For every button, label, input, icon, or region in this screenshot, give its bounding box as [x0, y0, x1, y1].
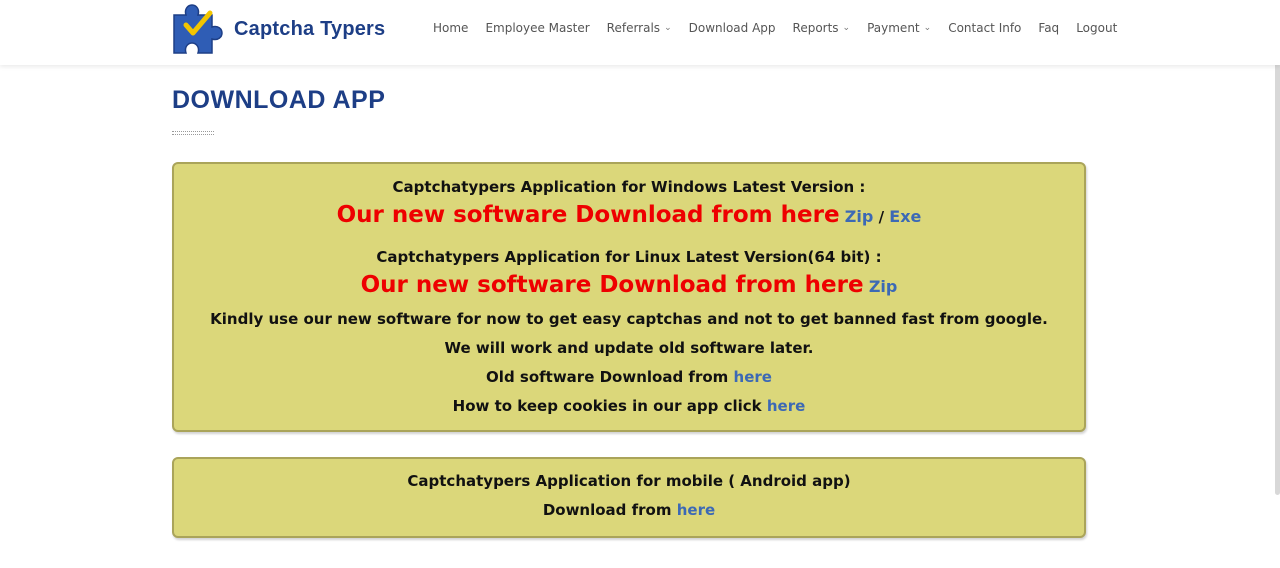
windows-heading: Captchatypers Application for Windows La…: [392, 178, 866, 196]
nav-label: Payment: [867, 21, 920, 35]
top-navbar: Captcha Typers Home Employee Master Refe…: [0, 0, 1280, 65]
nav-item-referrals[interactable]: Referrals ⌄: [607, 21, 672, 35]
nav-item-home[interactable]: Home: [433, 21, 468, 35]
chevron-down-icon: ⌄: [842, 23, 851, 33]
linux-heading: Captchatypers Application for Linux Late…: [376, 248, 882, 266]
linux-promo-text: Our new software Download from here: [360, 272, 864, 298]
nav-label: Reports: [792, 21, 839, 35]
brand-logo[interactable]: Captcha Typers: [172, 1, 385, 55]
nav-item-payment[interactable]: Payment ⌄: [867, 21, 931, 35]
nav-item-logout[interactable]: Logout: [1076, 21, 1117, 35]
nav-item-faq[interactable]: Faq: [1038, 21, 1059, 35]
mobile-heading: Captchatypers Application for mobile ( A…: [407, 472, 851, 490]
nav-item-employee-master[interactable]: Employee Master: [485, 21, 589, 35]
nav-label: Download App: [688, 21, 776, 35]
new-software-note: Kindly use our new software for now to g…: [210, 310, 1048, 328]
puzzle-checkmark-icon: [173, 4, 223, 54]
desktop-download-panel: Captchatypers Application for Windows La…: [172, 162, 1086, 432]
nav-item-contact-info[interactable]: Contact Info: [948, 21, 1021, 35]
nav-label: Contact Info: [948, 21, 1022, 35]
windows-zip-link[interactable]: Zip: [845, 207, 874, 226]
windows-promo-text: Our new software Download from here: [336, 202, 840, 228]
old-software-row: Old software Download from here: [174, 368, 1084, 386]
linux-zip-link[interactable]: Zip: [869, 277, 898, 296]
mobile-download-text: Download from: [542, 501, 672, 519]
old-software-text: Old software Download from: [486, 368, 729, 386]
old-software-link[interactable]: here: [734, 368, 772, 386]
link-separator: /: [878, 208, 885, 226]
nav-item-download-app[interactable]: Download App: [689, 21, 776, 35]
main-nav: Home Employee Master Referrals ⌄ Download…: [433, 21, 1117, 35]
nav-label: Faq: [1038, 21, 1060, 35]
mobile-download-panel: Captchatypers Application for mobile ( A…: [172, 457, 1086, 538]
nav-label: Employee Master: [485, 21, 590, 35]
brand-name: Captcha Typers: [234, 17, 386, 40]
nav-item-reports[interactable]: Reports ⌄: [793, 21, 851, 35]
mobile-download-link[interactable]: here: [677, 501, 715, 519]
chevron-down-icon: ⌄: [664, 23, 672, 33]
old-software-note: We will work and update old software lat…: [444, 339, 814, 357]
cookies-row: How to keep cookies in our app click her…: [174, 397, 1084, 415]
cookies-link[interactable]: here: [767, 397, 805, 415]
windows-exe-link[interactable]: Exe: [889, 207, 921, 226]
mobile-download-row: Download from here: [174, 501, 1084, 519]
nav-label: Home: [433, 21, 469, 35]
cookies-text: How to keep cookies in our app click: [452, 397, 762, 415]
nav-label: Referrals: [606, 21, 661, 35]
title-divider: [172, 131, 214, 135]
page-title: DOWNLOAD APP: [172, 86, 386, 114]
chevron-down-icon: ⌄: [923, 23, 932, 33]
nav-label: Logout: [1076, 21, 1118, 35]
vertical-scrollbar[interactable]: [1275, 40, 1280, 495]
linux-download-row: Our new software Download from here Zip: [174, 272, 1084, 298]
windows-download-row: Our new software Download from here Zip …: [174, 202, 1084, 228]
